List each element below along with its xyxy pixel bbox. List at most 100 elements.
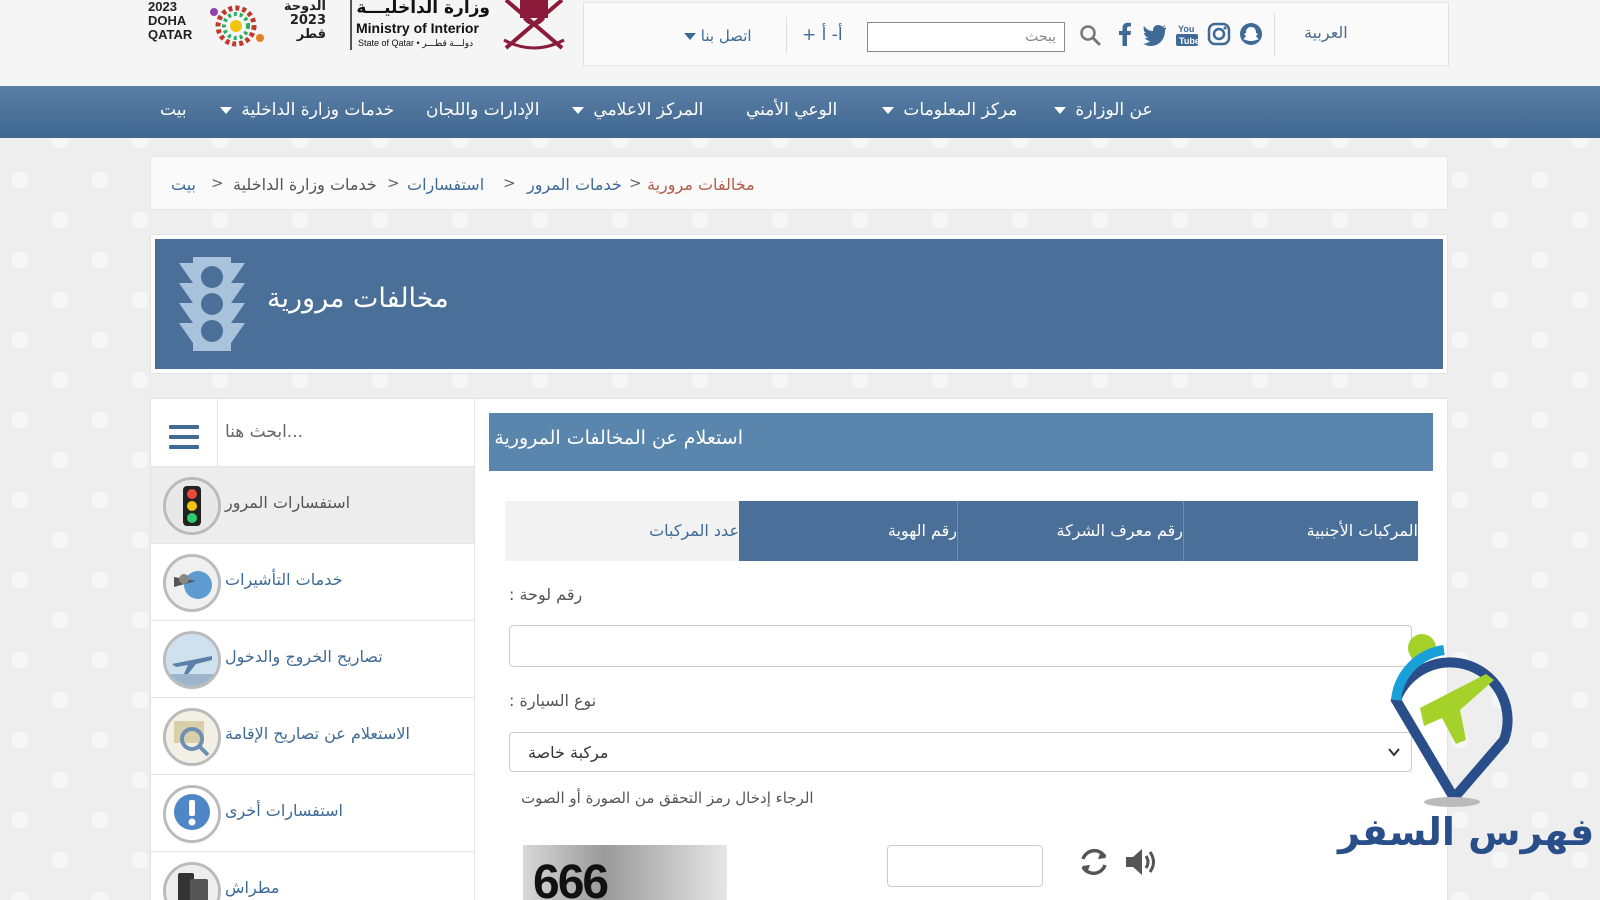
nav-item-info-center[interactable]: مركز المعلومات bbox=[882, 100, 1017, 120]
nav-item-label: خدمات وزارة الداخلية bbox=[241, 100, 395, 120]
ministry-logo[interactable]: وزارة الداخليـــة Ministry of Interior S… bbox=[350, 0, 570, 52]
breadcrumb-separator: > bbox=[387, 174, 400, 192]
tab-label: عدد المركبات bbox=[649, 521, 739, 540]
banner-background: مخالفات مرورية bbox=[155, 239, 1443, 369]
floral-emblem-icon bbox=[210, 5, 264, 47]
main-navigation: عن الوزارة مركز المعلومات الوعي الأمني ا… bbox=[0, 86, 1600, 138]
svg-text:You: You bbox=[1178, 24, 1194, 34]
breadcrumb-separator: > bbox=[211, 174, 224, 192]
refresh-icon[interactable] bbox=[1075, 843, 1113, 881]
breadcrumb: بيت > خدمات وزارة الداخلية > استفسارات >… bbox=[150, 156, 1448, 210]
watermark-text: فهرس السفر bbox=[1338, 810, 1595, 854]
hamburger-menu-icon[interactable] bbox=[169, 425, 199, 449]
traffic-light-icon bbox=[179, 257, 245, 351]
utility-divider bbox=[1274, 13, 1275, 57]
form-title: استعلام عن المخالفات المرورية bbox=[494, 427, 743, 449]
nav-item-moi-services[interactable]: خدمات وزارة الداخلية bbox=[220, 100, 394, 120]
sidebar-item-exit-entry-permits[interactable]: تصاريح الخروج والدخول bbox=[151, 621, 474, 698]
breadcrumb-moi-services[interactable]: خدمات وزارة الداخلية bbox=[233, 175, 377, 194]
utility-bar: العربية You Tube + أ- أ bbox=[583, 2, 1449, 66]
sidebar-item-metrash[interactable]: مطراش bbox=[151, 852, 474, 900]
visa-services-icon bbox=[163, 554, 221, 612]
sidebar-search-bar bbox=[151, 399, 474, 467]
utility-divider-2 bbox=[786, 17, 787, 53]
breadcrumb-separator: > bbox=[629, 174, 642, 192]
chevron-down-icon bbox=[572, 106, 584, 114]
captcha-input[interactable] bbox=[887, 845, 1043, 887]
magnifier-card-icon bbox=[163, 708, 221, 766]
youtube-icon[interactable]: You Tube bbox=[1174, 21, 1200, 47]
tab-id-number[interactable]: رقم الهوية bbox=[739, 501, 957, 561]
tab-vehicle-count[interactable]: عدد المركبات bbox=[505, 501, 739, 561]
contact-us-link[interactable]: اتصل بنا bbox=[684, 27, 752, 45]
tab-label: رقم الهوية bbox=[887, 521, 957, 540]
nav-item-departments[interactable]: الإدارات واللجان bbox=[426, 100, 539, 120]
tab-foreign-vehicles[interactable]: المركبات الأجنبية bbox=[1184, 501, 1418, 561]
facebook-icon[interactable] bbox=[1112, 21, 1138, 47]
sidebar-search-input[interactable] bbox=[225, 415, 465, 449]
traffic-light-icon bbox=[163, 477, 221, 535]
tab-label: رقم معرف الشركة bbox=[1056, 521, 1183, 540]
nav-item-media-center[interactable]: المركز الاعلامي bbox=[572, 100, 703, 120]
page-title-banner: مخالفات مرورية bbox=[150, 234, 1448, 374]
nav-item-security-awareness[interactable]: الوعي الأمني bbox=[746, 100, 837, 120]
sidebar: استفسارات المرور خدمات التأشيرات تصاريح … bbox=[150, 398, 475, 900]
plate-number-input[interactable] bbox=[509, 625, 1412, 667]
sidebar-item-label: خدمات التأشيرات bbox=[225, 570, 343, 589]
breadcrumb-inquiries[interactable]: استفسارات bbox=[407, 175, 484, 194]
logo-2023-ar: الدوحة 2023 قطر bbox=[283, 0, 326, 42]
font-size-controls[interactable]: + أ- أ bbox=[802, 25, 843, 45]
site-search-input[interactable] bbox=[867, 22, 1065, 52]
captcha-instruction: الرجاء إدخال رمز التحقق من الصورة أو الص… bbox=[521, 789, 814, 807]
nav-item-label: الإدارات واللجان bbox=[426, 100, 540, 120]
chevron-down-icon bbox=[1054, 106, 1066, 114]
captcha-code: 666 bbox=[533, 856, 609, 900]
doha-2023-logo[interactable]: 2023 DOHA QATAR الدوحة 2023 قطر bbox=[148, 0, 328, 50]
search-icon[interactable] bbox=[1078, 23, 1102, 47]
exclamation-icon bbox=[163, 785, 221, 843]
qatar-emblem-icon bbox=[503, 0, 565, 50]
breadcrumb-traffic-services[interactable]: خدمات المرور bbox=[527, 175, 622, 194]
ministry-name-ar: وزارة الداخليـــة bbox=[356, 0, 490, 18]
svg-text:Tube: Tube bbox=[1179, 36, 1200, 46]
location-plane-logo-icon bbox=[1390, 634, 1513, 807]
captcha-image: 666 bbox=[523, 845, 727, 900]
nav-item-about[interactable]: عن الوزارة bbox=[1054, 100, 1153, 120]
form-header: استعلام عن المخالفات المرورية bbox=[489, 413, 1433, 471]
airplane-icon bbox=[163, 631, 221, 689]
traffic-violations-form: استعلام عن المخالفات المرورية عدد المركب… bbox=[474, 398, 1448, 900]
breadcrumb-home[interactable]: بيت bbox=[171, 175, 196, 194]
tab-company-id[interactable]: رقم معرف الشركة bbox=[958, 501, 1183, 561]
nav-item-label: بيت bbox=[160, 100, 187, 120]
travel-index-watermark: فهرس السفر bbox=[1334, 630, 1594, 870]
language-switch-link[interactable]: العربية bbox=[1304, 23, 1348, 42]
sidebar-item-label: مطراش bbox=[225, 878, 280, 897]
breadcrumb-separator: > bbox=[503, 174, 516, 192]
nav-item-label: عن الوزارة bbox=[1075, 100, 1153, 120]
nav-item-home[interactable]: بيت bbox=[160, 100, 187, 120]
chevron-down-icon bbox=[220, 106, 232, 114]
vehicle-type-value: مركبة خاصة bbox=[528, 743, 609, 762]
logo-2023-en: 2023 DOHA QATAR bbox=[148, 0, 193, 42]
contact-us-label: اتصل بنا bbox=[700, 27, 752, 45]
sidebar-divider bbox=[217, 399, 218, 467]
nav-item-label: الوعي الأمني bbox=[746, 100, 838, 120]
sidebar-item-label: استفسارات المرور bbox=[225, 493, 351, 512]
sidebar-item-other-inquiries[interactable]: استفسارات أخرى bbox=[151, 775, 474, 852]
sidebar-item-visa-services[interactable]: خدمات التأشيرات bbox=[151, 544, 474, 621]
instagram-icon[interactable] bbox=[1206, 21, 1232, 47]
audio-icon[interactable] bbox=[1123, 845, 1159, 879]
mobile-app-icon bbox=[163, 862, 221, 900]
sidebar-item-traffic-inquiries[interactable]: استفسارات المرور bbox=[151, 467, 474, 544]
snapchat-icon[interactable] bbox=[1238, 21, 1264, 47]
twitter-icon[interactable] bbox=[1142, 21, 1168, 47]
sidebar-item-label: تصاريح الخروج والدخول bbox=[225, 647, 383, 666]
inquiry-tabs: عدد المركبات رقم الهوية رقم معرف الشركة … bbox=[505, 501, 1418, 561]
vehicle-type-select[interactable]: مركبة خاصة bbox=[509, 732, 1412, 772]
sidebar-item-label: استفسارات أخرى bbox=[225, 801, 343, 820]
logo-divider bbox=[350, 0, 352, 50]
sidebar-item-residence-permits[interactable]: الاستعلام عن تصاريح الإقامة bbox=[151, 698, 474, 775]
sidebar-item-label: الاستعلام عن تصاريح الإقامة bbox=[225, 724, 410, 743]
ministry-name-en: Ministry of Interior bbox=[356, 20, 479, 36]
tab-label: المركبات الأجنبية bbox=[1306, 521, 1418, 540]
